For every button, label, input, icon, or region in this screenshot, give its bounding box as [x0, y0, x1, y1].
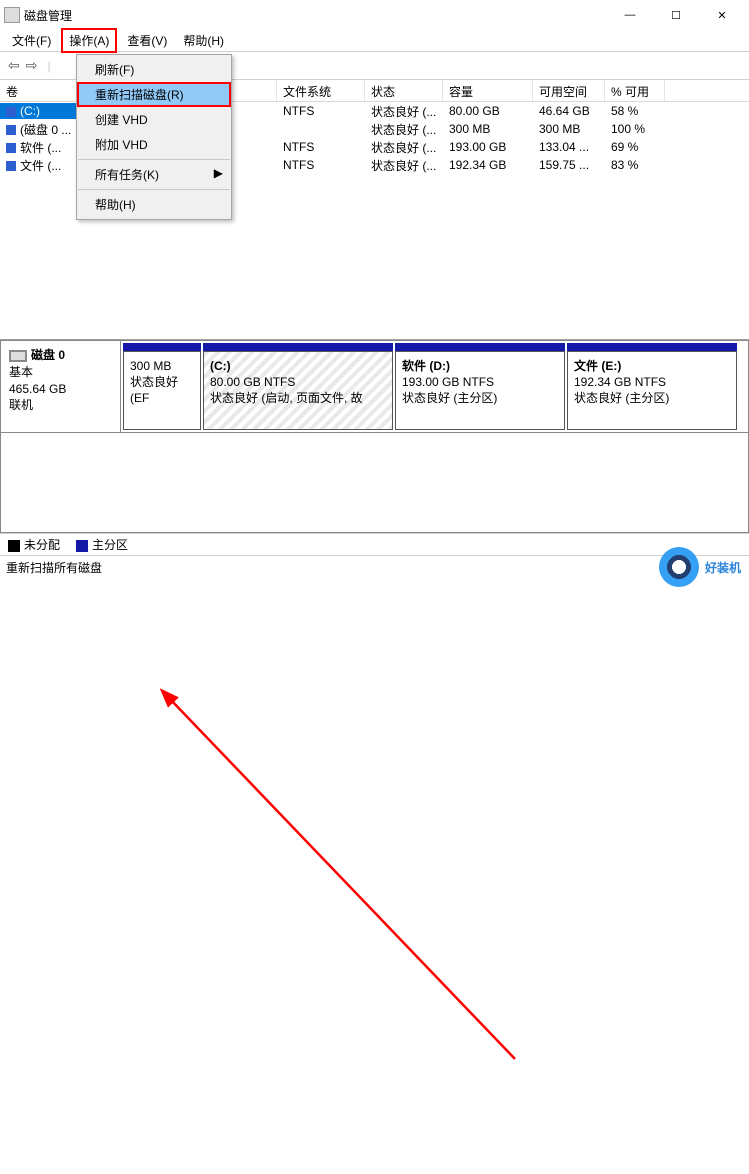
maximize-button[interactable]: ☐: [653, 9, 699, 22]
col-pct[interactable]: % 可用: [605, 80, 665, 101]
action-dropdown: 刷新(F) 重新扫描磁盘(R) 创建 VHD 附加 VHD 所有任务(K) ▶ …: [76, 54, 232, 220]
partition[interactable]: 软件 (D:)193.00 GB NTFS状态良好 (主分区): [395, 343, 565, 430]
col-capacity[interactable]: 容量: [443, 80, 533, 101]
menu-help[interactable]: 帮助(H): [177, 30, 230, 51]
chevron-right-icon: ▶: [214, 166, 223, 180]
title-bar: 磁盘管理 — ☐ ✕: [0, 0, 749, 30]
nav-back-icon[interactable]: ⇦: [8, 57, 20, 74]
app-icon: [4, 7, 20, 23]
disk-label: 磁盘 0: [31, 348, 65, 362]
partition[interactable]: 300 MB状态良好 (EF: [123, 343, 201, 430]
disk-map-header[interactable]: 磁盘 0 基本 465.64 GB 联机: [1, 341, 121, 432]
col-volume[interactable]: 卷: [0, 80, 85, 101]
disk-icon: [9, 350, 27, 362]
disk-map-row: 磁盘 0 基本 465.64 GB 联机 300 MB状态良好 (EF(C:)8…: [0, 341, 749, 433]
swatch-primary-icon: [76, 540, 88, 552]
swatch-unalloc-icon: [8, 540, 20, 552]
col-status[interactable]: 状态: [365, 80, 443, 101]
disk-state: 联机: [9, 397, 112, 414]
legend-unalloc: 未分配: [24, 538, 60, 552]
menu-action[interactable]: 操作(A): [61, 28, 117, 53]
window-title: 磁盘管理: [20, 7, 607, 24]
menu-file[interactable]: 文件(F): [6, 30, 57, 51]
menu-bar: 文件(F) 操作(A) 查看(V) 帮助(H): [0, 30, 749, 52]
dd-all-tasks[interactable]: 所有任务(K) ▶: [77, 162, 231, 187]
legend: 未分配 主分区: [0, 533, 749, 555]
disk-type: 基本: [9, 364, 112, 381]
partition[interactable]: 文件 (E:)192.34 GB NTFS状态良好 (主分区): [567, 343, 737, 430]
dd-help[interactable]: 帮助(H): [77, 192, 231, 217]
nav-fwd-icon[interactable]: ⇨: [26, 57, 38, 74]
partition[interactable]: (C:)80.00 GB NTFS状态良好 (启动, 页面文件, 故: [203, 343, 393, 430]
col-free[interactable]: 可用空间: [533, 80, 605, 101]
disk-map: 磁盘 0 基本 465.64 GB 联机 300 MB状态良好 (EF(C:)8…: [0, 340, 749, 533]
dd-rescan[interactable]: 重新扫描磁盘(R): [77, 82, 231, 107]
col-fs[interactable]: 文件系统: [277, 80, 365, 101]
dd-attach-vhd[interactable]: 附加 VHD: [77, 132, 231, 157]
dd-refresh[interactable]: 刷新(F): [77, 57, 231, 82]
watermark: 好装机: [659, 547, 741, 587]
minimize-button[interactable]: —: [607, 9, 653, 21]
watermark-text: 好装机: [705, 559, 741, 576]
menu-view[interactable]: 查看(V): [121, 30, 173, 51]
disk-size: 465.64 GB: [9, 381, 112, 398]
dd-create-vhd[interactable]: 创建 VHD: [77, 107, 231, 132]
dd-all-tasks-label: 所有任务(K): [95, 168, 159, 182]
legend-primary: 主分区: [92, 538, 128, 552]
watermark-eye-icon: [659, 547, 699, 587]
status-bar: 重新扫描所有磁盘: [0, 555, 749, 579]
close-button[interactable]: ✕: [699, 9, 745, 22]
annotation-arrow: [0, 579, 749, 1174]
